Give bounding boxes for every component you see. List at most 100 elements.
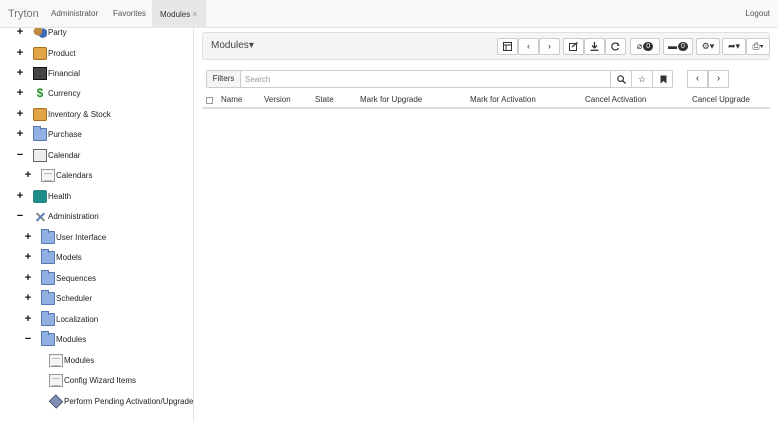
filters-button[interactable]: Filters xyxy=(207,71,241,87)
menu-item-label: Modules xyxy=(64,355,95,365)
menu-item-calendars[interactable]: + Calendars xyxy=(23,166,92,184)
menu-item-label: Financial xyxy=(48,68,81,78)
next-record-button[interactable]: › xyxy=(539,38,560,55)
brand-logo[interactable]: Tryton xyxy=(8,8,39,20)
column-header-cancel-activation[interactable]: Cancel Activation xyxy=(585,95,646,104)
menu-item-sequences[interactable]: + Sequences xyxy=(23,269,96,287)
search-input[interactable] xyxy=(245,71,607,87)
menu-item-party[interactable]: + Party xyxy=(15,28,67,41)
column-header-state[interactable]: State xyxy=(315,95,334,104)
menu-item-label: Calendar xyxy=(48,150,81,160)
column-header-mark-activation[interactable]: Mark for Activation xyxy=(470,95,536,104)
expand-icon[interactable]: + xyxy=(15,128,25,140)
attachment-count-badge: 0 xyxy=(643,42,654,52)
tab-administrator[interactable]: Administrator xyxy=(51,0,98,28)
collapse-icon[interactable]: − xyxy=(15,149,25,161)
save-button[interactable] xyxy=(584,38,605,55)
bookmarks-button[interactable] xyxy=(652,71,673,87)
switch-view-button[interactable] xyxy=(497,38,518,55)
tools-icon xyxy=(33,210,47,223)
folder-icon xyxy=(41,330,55,346)
new-record-button[interactable] xyxy=(563,38,584,55)
select-all-checkbox[interactable] xyxy=(206,97,213,104)
expand-icon[interactable]: + xyxy=(15,47,25,59)
menu-item-modules[interactable]: Modules xyxy=(31,351,94,369)
search-button[interactable] xyxy=(610,71,631,87)
download-icon xyxy=(590,42,599,52)
menu-item-purchase[interactable]: + Purchase xyxy=(15,125,82,143)
collapse-icon[interactable]: − xyxy=(15,210,25,222)
logout-link[interactable]: Logout xyxy=(746,0,770,28)
box-icon xyxy=(33,46,47,60)
next-page-button[interactable]: › xyxy=(708,70,729,88)
previous-record-button[interactable]: ‹ xyxy=(518,38,539,55)
expand-icon[interactable]: + xyxy=(15,28,25,38)
collapse-icon[interactable]: − xyxy=(23,333,33,345)
menu-item-label: Administration xyxy=(48,211,99,221)
chevron-left-icon: ‹ xyxy=(695,73,700,84)
menu-item-product[interactable]: + Product xyxy=(15,44,76,62)
expand-icon[interactable]: + xyxy=(15,108,25,120)
caret-down-icon: ▾ xyxy=(248,40,254,51)
bookmark-star-button[interactable]: ☆ xyxy=(631,71,652,87)
menu-item-models[interactable]: + Models xyxy=(23,248,82,266)
column-header-mark-upgrade[interactable]: Mark for Upgrade xyxy=(360,95,422,104)
reload-button[interactable] xyxy=(605,38,626,55)
relate-button[interactable]: ➦▾ xyxy=(722,38,746,55)
expand-icon[interactable]: + xyxy=(15,67,25,79)
search-filter-bar: Filters ☆ xyxy=(206,70,673,88)
refresh-icon xyxy=(611,42,620,51)
menu-item-user-interface[interactable]: + User Interface xyxy=(23,228,106,246)
document-icon xyxy=(49,353,63,367)
menu-item-label: User Interface xyxy=(56,232,107,242)
menu-item-administration[interactable]: − Administration xyxy=(15,207,99,225)
document-icon xyxy=(41,168,55,182)
close-tab-icon[interactable]: × xyxy=(192,9,197,19)
menu-item-label: Calendars xyxy=(56,170,93,180)
menu-item-localization[interactable]: + Localization xyxy=(23,310,98,328)
chevron-left-icon: ‹ xyxy=(527,41,530,51)
column-header-cancel-upgrade[interactable]: Cancel Upgrade xyxy=(692,95,750,104)
menu-item-currency[interactable]: + $ Currency xyxy=(15,84,81,102)
expand-icon[interactable]: + xyxy=(23,313,33,325)
menu-item-label: Sequences xyxy=(56,273,97,283)
menu-item-label: Perform Pending Activation/Upgrade xyxy=(64,396,194,406)
expand-icon[interactable]: + xyxy=(23,251,33,263)
tab-favorites[interactable]: Favorites xyxy=(113,0,146,28)
document-icon xyxy=(49,373,63,387)
menu-item-health[interactable]: + Health xyxy=(15,187,71,205)
menu-item-modules-folder[interactable]: − Modules xyxy=(23,330,86,348)
expand-icon[interactable]: + xyxy=(23,231,33,243)
menu-item-label: Purchase xyxy=(48,129,82,139)
folder-icon xyxy=(41,310,55,326)
menu-item-label: Health xyxy=(48,191,72,201)
menu-item-config-wizard-items[interactable]: Config Wizard Items xyxy=(31,371,136,389)
expand-icon[interactable]: + xyxy=(15,87,25,99)
menu-item-scheduler[interactable]: + Scheduler xyxy=(23,289,92,307)
menu-item-financial[interactable]: + Financial xyxy=(15,64,80,82)
health-icon xyxy=(33,189,47,203)
expand-icon[interactable]: + xyxy=(23,169,33,181)
action-button[interactable]: ⚙▾ xyxy=(696,38,720,55)
currency-icon: $ xyxy=(36,85,44,100)
edit-icon xyxy=(569,42,578,52)
tab-modules[interactable]: Modules × xyxy=(152,0,206,28)
box-icon xyxy=(33,107,47,121)
menu-item-inventory[interactable]: + Inventory & Stock xyxy=(15,105,111,123)
expand-icon[interactable]: + xyxy=(23,292,33,304)
star-icon: ☆ xyxy=(637,74,647,84)
note-button[interactable]: ▬ 0 xyxy=(663,38,693,55)
attachment-button[interactable]: ⌀ 0 xyxy=(630,38,660,55)
column-header-version[interactable]: Version xyxy=(264,95,291,104)
menu-item-perform-pending[interactable]: Perform Pending Activation/Upgrade xyxy=(31,392,193,410)
list-header: Name Version State Mark for Upgrade Mark… xyxy=(202,92,770,109)
menu-item-calendar[interactable]: − Calendar xyxy=(15,146,80,164)
previous-page-button[interactable]: ‹ xyxy=(687,70,708,88)
menu-item-label: Models xyxy=(56,252,82,262)
column-header-name[interactable]: Name xyxy=(221,95,242,104)
comment-icon: ▬ xyxy=(668,41,678,51)
expand-icon[interactable]: + xyxy=(23,272,33,284)
model-title-dropdown[interactable]: Modules▾ xyxy=(211,40,254,51)
expand-icon[interactable]: + xyxy=(15,190,25,202)
print-button[interactable]: ⎙▾ xyxy=(746,38,770,55)
